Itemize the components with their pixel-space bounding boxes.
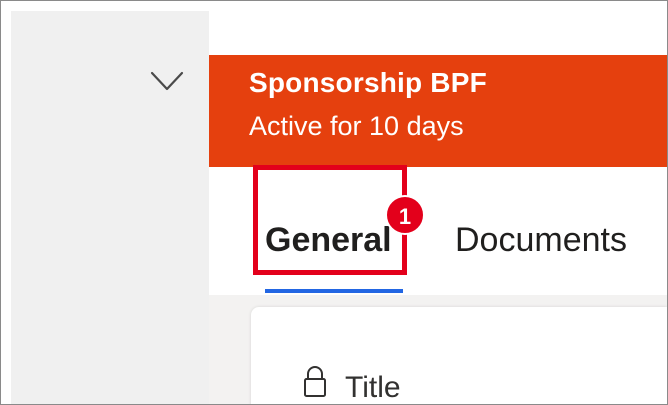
tab-general[interactable]: General bbox=[265, 221, 392, 260]
tab-bar: General Documents 1 bbox=[209, 165, 667, 295]
left-panel bbox=[11, 11, 209, 404]
app-frame: Sponsorship BPF Active for 10 days Gener… bbox=[0, 0, 668, 405]
chevron-down-icon[interactable] bbox=[149, 69, 185, 95]
field-label-title: Title bbox=[345, 371, 401, 404]
form-section-card: Title bbox=[251, 307, 667, 404]
lock-icon bbox=[303, 365, 327, 399]
process-title: Sponsorship BPF bbox=[249, 67, 487, 98]
callout-number-badge: 1 bbox=[385, 195, 425, 235]
process-status: Active for 10 days bbox=[249, 111, 464, 141]
process-banner: Sponsorship BPF Active for 10 days bbox=[209, 55, 667, 167]
tab-documents[interactable]: Documents bbox=[455, 221, 627, 260]
selected-tab-indicator bbox=[265, 289, 403, 293]
top-strip bbox=[209, 11, 667, 55]
main-content: Sponsorship BPF Active for 10 days Gener… bbox=[209, 11, 667, 404]
